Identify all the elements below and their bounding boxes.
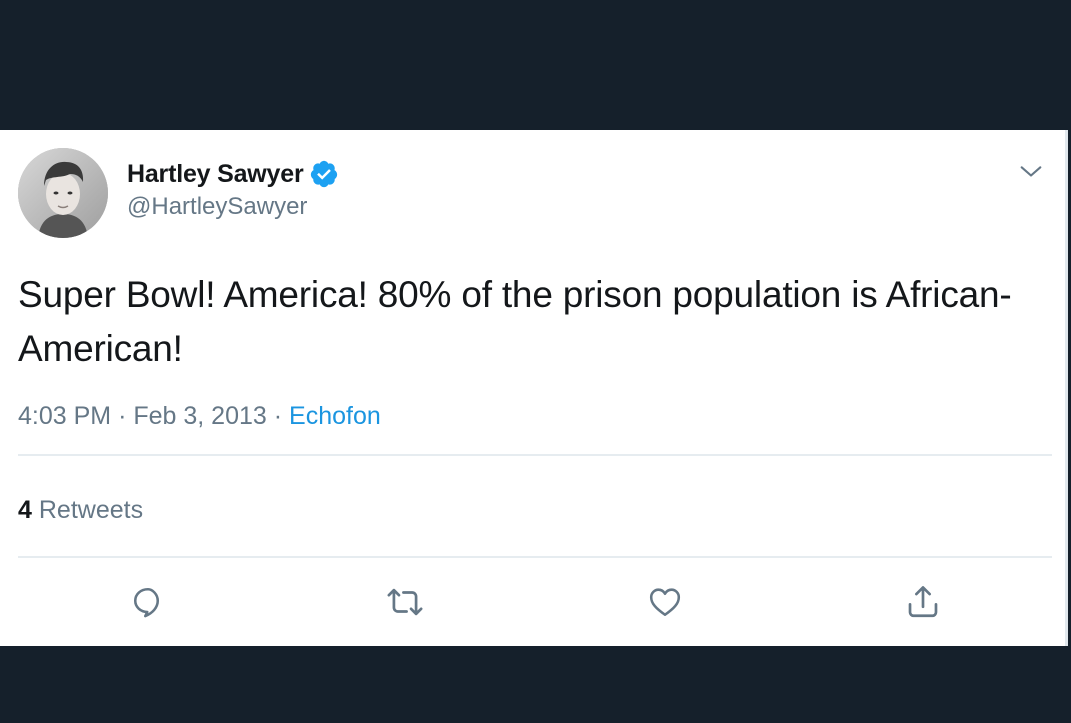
like-button[interactable] (645, 582, 685, 622)
author-handle[interactable]: @HartleySawyer (127, 193, 307, 221)
meta-separator: · (118, 402, 127, 430)
meta-separator: · (273, 402, 283, 430)
divider (18, 556, 1052, 558)
reply-button[interactable] (128, 582, 168, 622)
tweet-text: Super Bowl! America! 80% of the prison p… (18, 274, 1012, 369)
retweet-icon (387, 588, 423, 616)
avatar-photo (18, 148, 108, 238)
retweet-label: Retweets (38, 496, 144, 524)
more-options-chevron-down-icon[interactable] (1017, 158, 1045, 186)
share-icon (908, 586, 938, 618)
reply-icon (133, 587, 160, 618)
retweet-button[interactable] (385, 582, 425, 622)
tweet-source-link[interactable]: Echofon (289, 402, 381, 430)
divider (18, 454, 1052, 456)
avatar[interactable] (18, 148, 108, 238)
like-icon (649, 588, 681, 617)
author-display-name[interactable]: Hartley Sawyer (127, 160, 304, 189)
retweet-count: 4 (18, 496, 32, 524)
tweet-date[interactable]: Feb 3, 2013 (133, 402, 266, 430)
share-button[interactable] (903, 582, 943, 622)
retweet-stats[interactable]: 4 Retweets (18, 496, 143, 525)
tweet-card: Hartley Sawyer @HartleySawyer Super Bowl… (0, 130, 1068, 646)
tweet-time[interactable]: 4:03 PM (18, 402, 111, 430)
tweet-meta: 4:03 PM · Feb 3, 2013 · Echofon (18, 402, 381, 431)
author-name-row[interactable]: Hartley Sawyer (127, 158, 339, 190)
verified-badge-icon (309, 159, 339, 189)
